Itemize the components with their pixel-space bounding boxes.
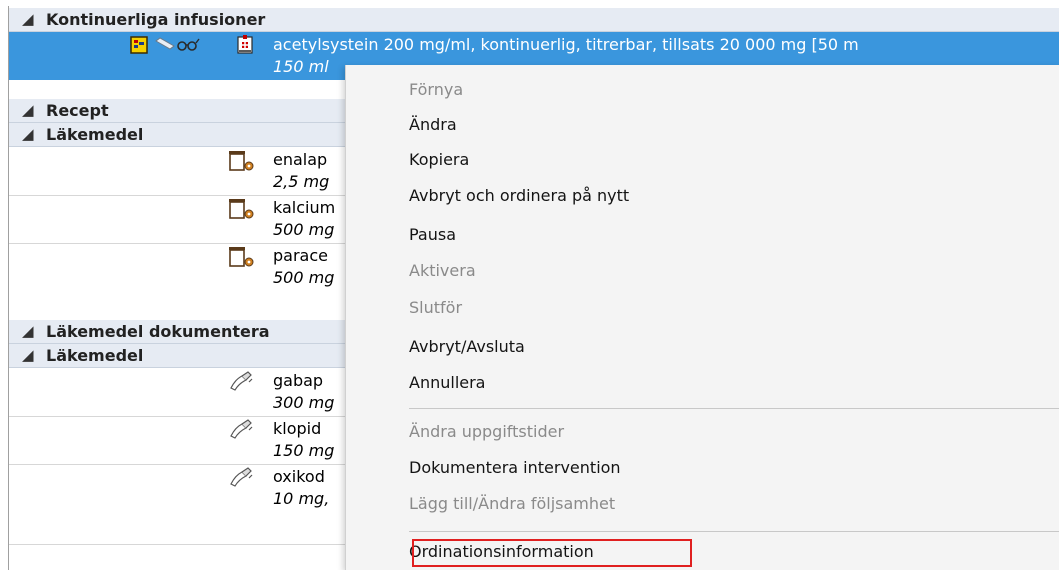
menu-item-annullera[interactable]: Annullera	[409, 373, 485, 393]
menu-item-dokumentera-intervention[interactable]: Dokumentera intervention	[409, 458, 621, 478]
group-header-continuous-infusions[interactable]: ◢ Kontinuerliga infusioner	[9, 8, 1059, 32]
handwritten-note-icon	[230, 371, 253, 391]
menu-separator	[409, 531, 1059, 532]
medication-dose: 10 mg,	[273, 489, 330, 508]
medication-dose: 300 mg	[273, 393, 335, 412]
medication-name: gabap	[273, 371, 324, 390]
menu-item-avbryt-ordinera[interactable]: Avbryt och ordinera på nytt	[409, 186, 629, 206]
group-title: Läkemedel	[46, 125, 144, 144]
pill-container-icon	[229, 151, 254, 171]
medication-dose: 150 ml	[273, 57, 329, 76]
pill-container-icon	[229, 247, 254, 267]
medication-dose: 2,5 mg	[273, 172, 330, 191]
medication-name: acetylsystein 200 mg/ml, kontinuerlig, t…	[273, 35, 859, 54]
collapse-triangle-icon[interactable]: ◢	[22, 344, 34, 367]
medication-name: parace	[273, 246, 328, 265]
menu-item-andra-uppgiftstider[interactable]: Ändra uppgiftstider	[409, 422, 564, 442]
collapse-triangle-icon[interactable]: ◢	[22, 123, 34, 146]
collapse-triangle-icon[interactable]: ◢	[22, 8, 34, 31]
collapse-triangle-icon[interactable]: ◢	[22, 99, 34, 122]
syringe-icon	[155, 37, 200, 51]
menu-item-aktivera[interactable]: Aktivera	[409, 261, 476, 281]
menu-item-andra[interactable]: Ändra	[409, 115, 457, 135]
group-title: Läkemedel	[46, 346, 144, 365]
medication-name: kalcium	[273, 198, 336, 217]
handwritten-note-icon	[230, 467, 253, 487]
window-top-edge	[0, 0, 1059, 6]
medication-name: oxikod	[273, 467, 325, 486]
pill-container-icon	[229, 199, 254, 219]
context-menu: Förnya Ändra Kopiera Avbryt och ordinera…	[345, 65, 1059, 570]
group-title: Recept	[46, 101, 109, 120]
medication-list-window: ◢ Kontinuerliga infusioner acetylsystein…	[0, 0, 1059, 570]
collapse-triangle-icon[interactable]: ◢	[22, 320, 34, 343]
medication-dose: 150 mg	[273, 441, 335, 460]
menu-item-avbryt-avsluta[interactable]: Avbryt/Avsluta	[409, 337, 525, 357]
menu-item-fornya[interactable]: Förnya	[409, 80, 463, 100]
menu-item-slutfor[interactable]: Slutför	[409, 298, 462, 318]
infusion-schedule-icon	[130, 36, 148, 54]
menu-item-kopiera[interactable]: Kopiera	[409, 150, 469, 170]
group-title: Kontinuerliga infusioner	[46, 10, 266, 29]
handwritten-note-icon	[230, 419, 253, 439]
menu-item-pausa[interactable]: Pausa	[409, 225, 456, 245]
medication-dose: 500 mg	[273, 268, 335, 287]
medication-name: enalap	[273, 150, 328, 169]
highlight-box	[412, 539, 692, 567]
pump-icon	[237, 35, 253, 54]
menu-item-lagg-till-andra-foljsamhet[interactable]: Lägg till/Ändra följsamhet	[409, 494, 615, 514]
medication-dose: 500 mg	[273, 220, 335, 239]
menu-separator	[409, 408, 1059, 409]
group-title: Läkemedel dokumentera	[46, 322, 270, 341]
medication-name: klopid	[273, 419, 322, 438]
